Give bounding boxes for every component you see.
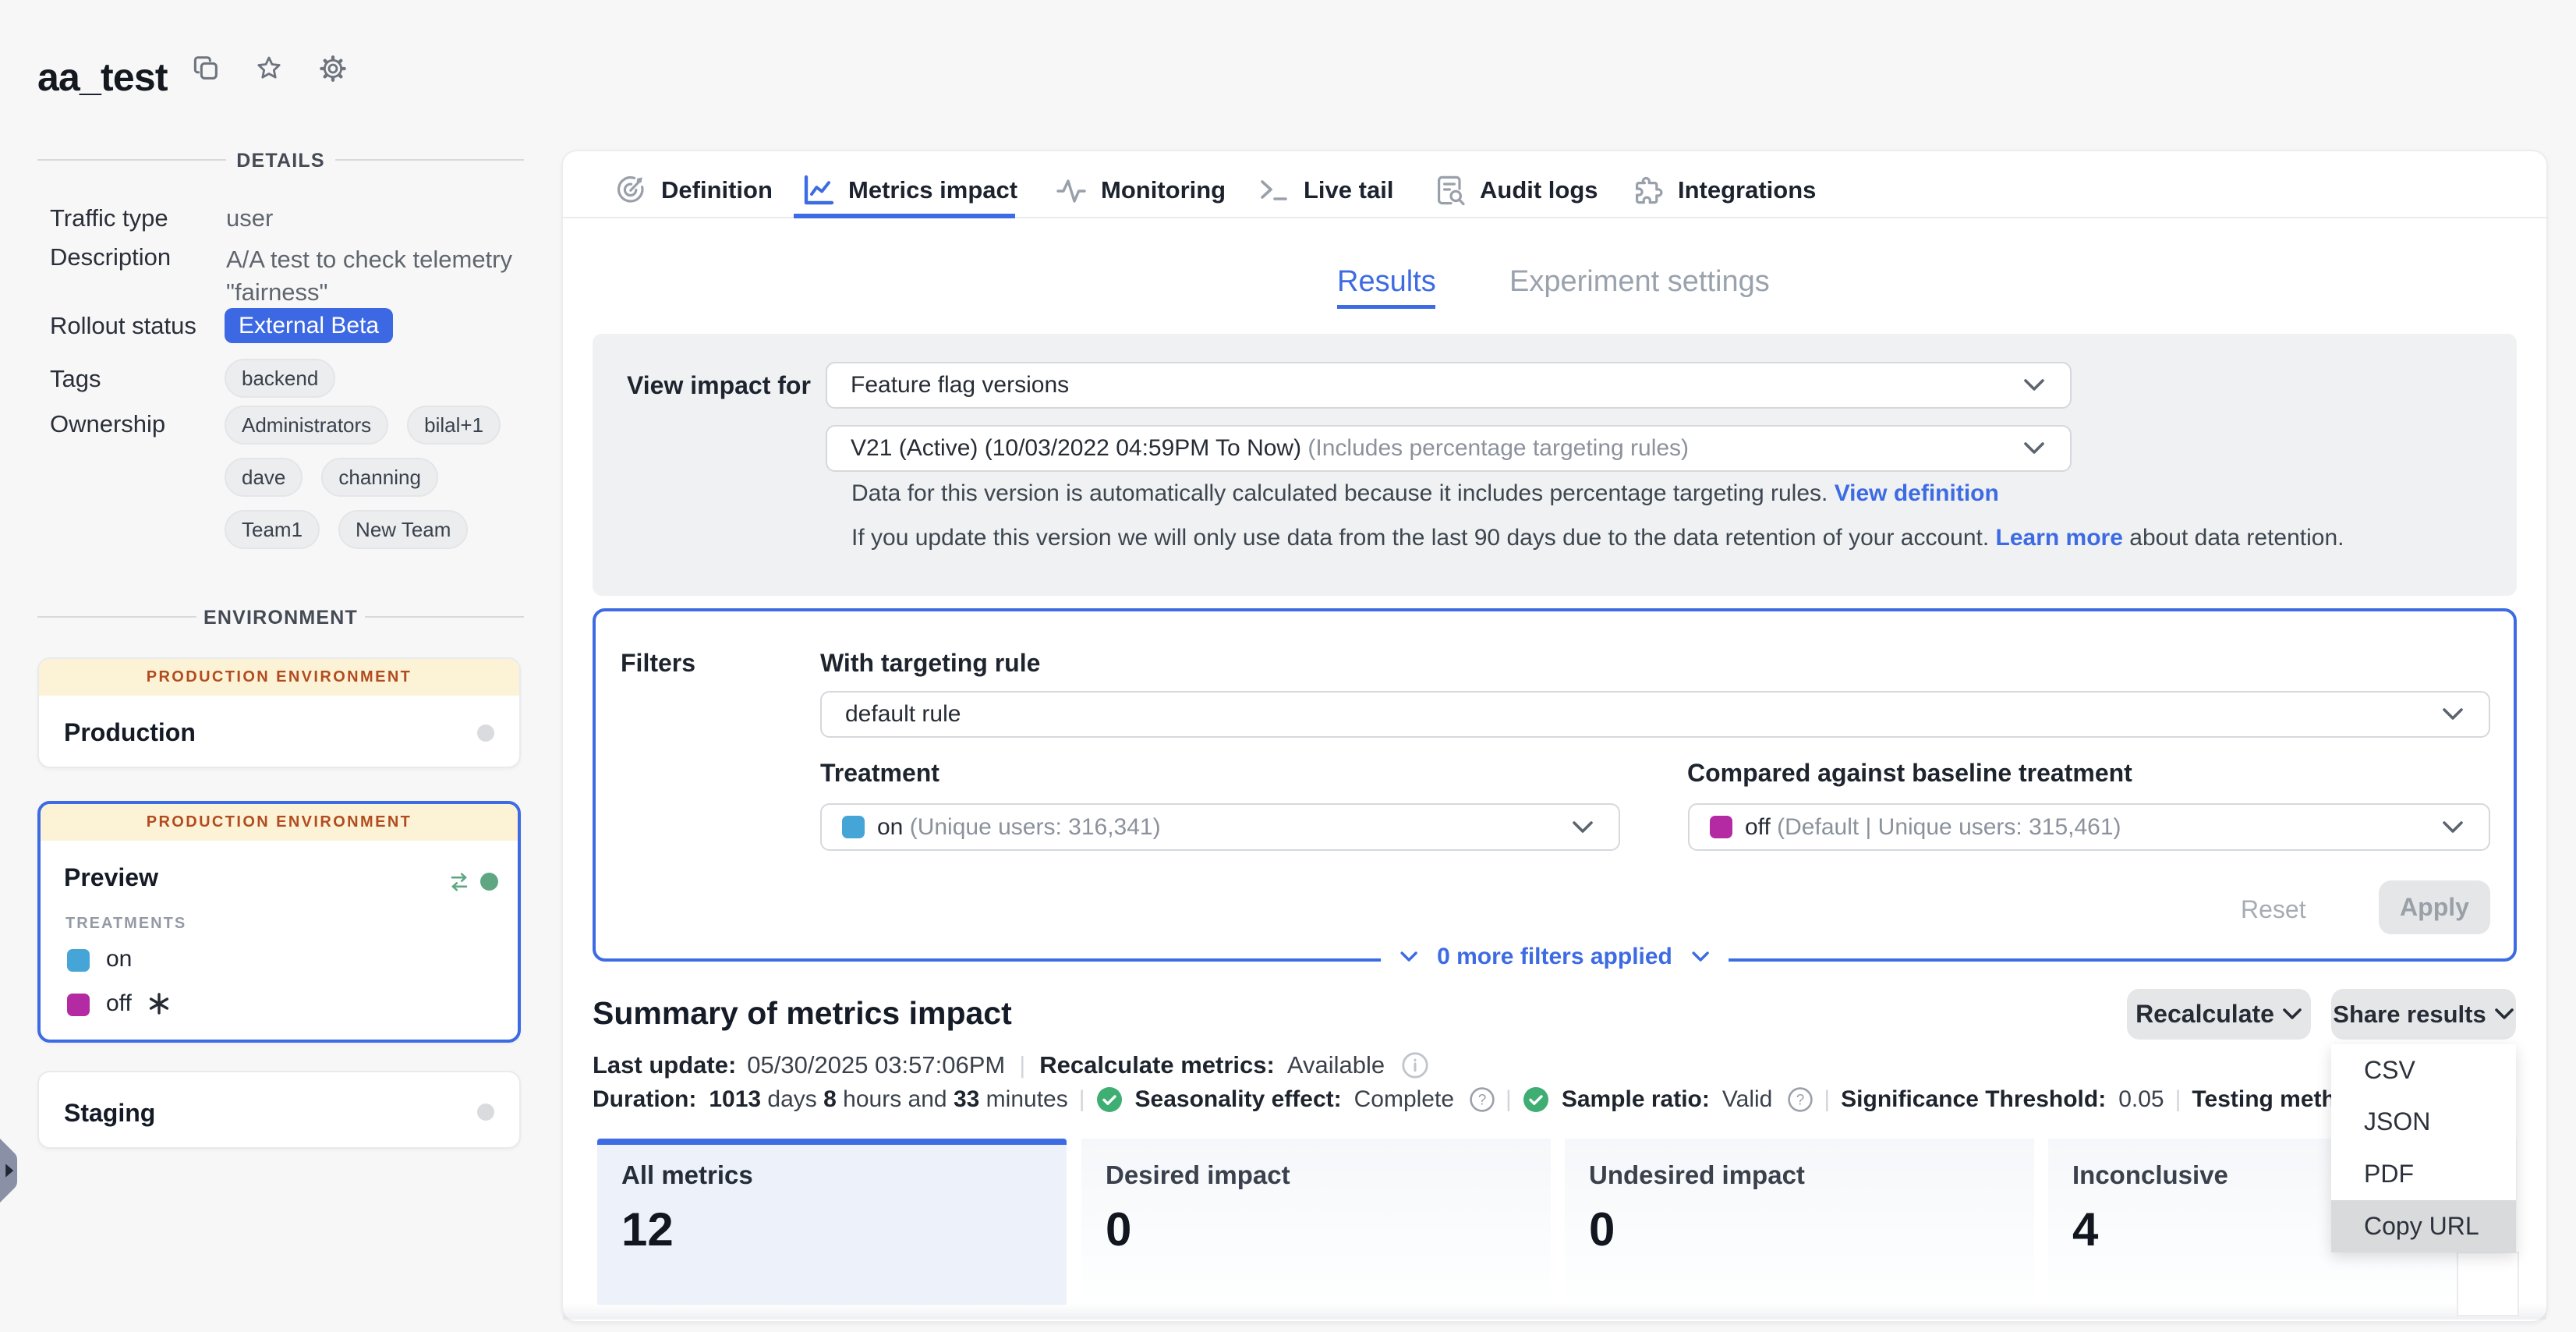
svg-text:?: ? [1478, 1092, 1487, 1108]
svg-text:?: ? [1796, 1092, 1805, 1108]
